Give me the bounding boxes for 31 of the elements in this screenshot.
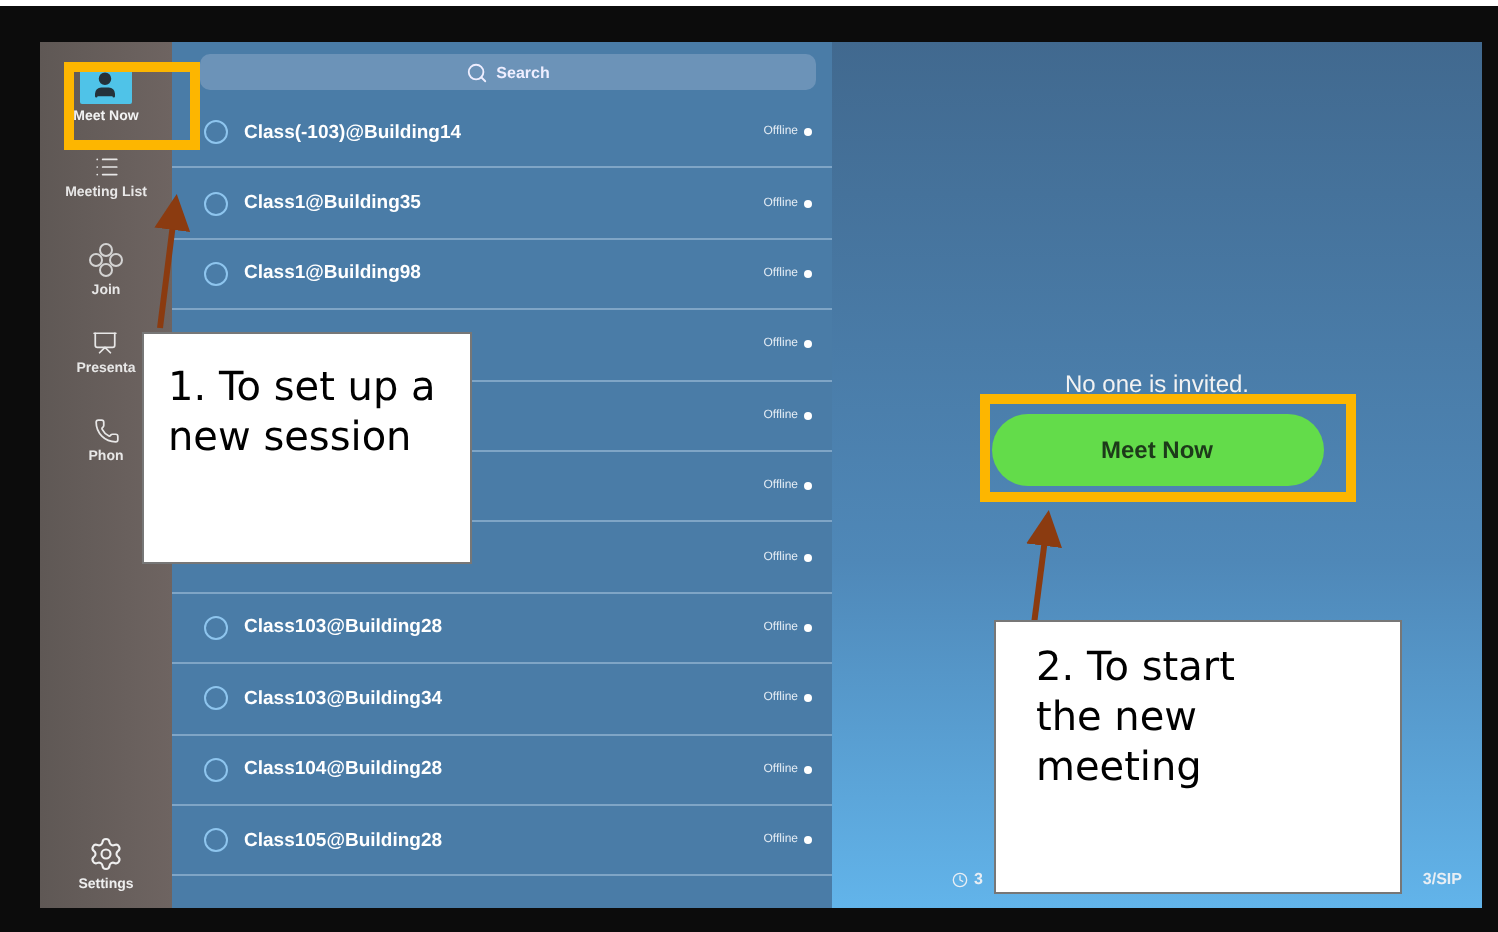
phone-icon: [93, 418, 119, 444]
contact-name: Class1@Building35: [244, 192, 423, 215]
settings-icon: [88, 836, 124, 872]
radio-button[interactable]: [204, 120, 228, 145]
radio-button[interactable]: [204, 757, 228, 782]
highlight-frame: [64, 62, 200, 150]
contact-name: Class1@Building98: [244, 262, 423, 285]
contact-name: Class105@Building28: [244, 829, 445, 852]
arrow: [1026, 510, 1062, 625]
empty-message: No one is invited.: [1064, 370, 1250, 398]
radio-button[interactable]: [204, 686, 228, 711]
search-icon: [466, 61, 489, 83]
clock-icon: [952, 871, 968, 887]
radio-button[interactable]: [204, 261, 228, 286]
callout-tooltip: 1. To set up a new session: [142, 332, 472, 564]
radio-button[interactable]: [204, 828, 228, 853]
status-text: 3: [952, 870, 983, 888]
search-field[interactable]: Search: [200, 54, 816, 90]
contact-name: Class103@Building34: [244, 687, 445, 710]
callout-tooltip: 2. To start the new meeting: [994, 620, 1402, 894]
arrow: [154, 194, 191, 329]
status-text: 3/SIP: [1422, 870, 1462, 888]
contact-name: Class(-103)@Building14: [244, 121, 464, 144]
easel-icon: [92, 330, 119, 356]
person-icon: [90, 70, 121, 100]
meet-now-button[interactable]: Meet Now: [991, 414, 1323, 486]
join-icon: [88, 242, 124, 278]
radio-button[interactable]: [204, 191, 228, 216]
radio-button[interactable]: [204, 615, 228, 640]
contact-name: Class103@Building28: [244, 616, 445, 639]
contact-name: Class104@Building28: [244, 758, 445, 781]
